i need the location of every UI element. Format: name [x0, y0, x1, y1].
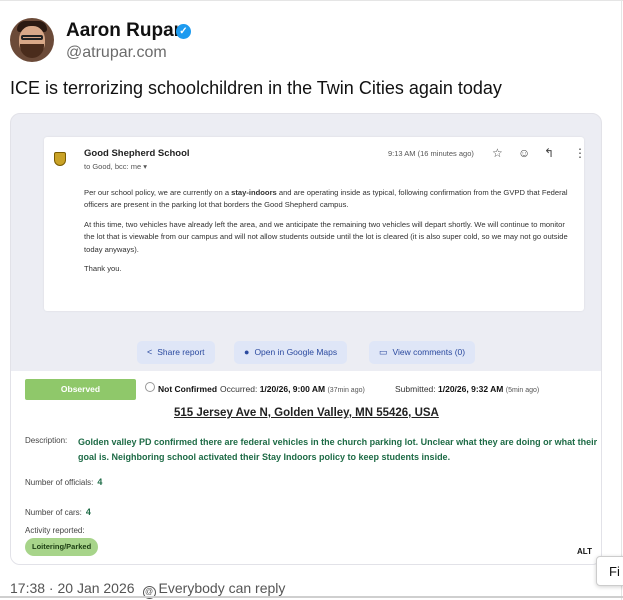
author-name[interactable]: Aaron Rupar — [66, 20, 181, 42]
top-divider — [0, 0, 623, 1]
confirmation-status: Not Confirmed — [158, 384, 217, 394]
author-handle[interactable]: @atrupar.com — [66, 44, 167, 62]
share-report-button: < Share report — [137, 341, 215, 364]
incident-report: Observed Not Confirmed Occurred: 1/20/26… — [11, 371, 601, 564]
cars-label: Number of cars: — [25, 508, 82, 517]
occurred-value: 1/20/26, 9:00 AM — [259, 384, 326, 394]
submitted-label: Submitted: — [395, 384, 436, 394]
officials-field: Number of officials: 4 — [25, 477, 102, 487]
email-paragraph: At this time, two vehicles have already … — [84, 219, 568, 254]
map-pin-icon: ● — [244, 347, 250, 357]
cars-value: 4 — [85, 507, 91, 517]
popup-text: Fi — [609, 564, 620, 579]
officials-value: 4 — [97, 477, 103, 487]
view-comments-button: ▭ View comments (0) — [369, 341, 476, 364]
avatar-glasses — [21, 35, 43, 40]
activity-badge: Loitering/Parked — [25, 538, 99, 556]
star-icon: ☆ — [492, 146, 503, 160]
open-maps-button: ● Open in Google Maps — [234, 341, 348, 364]
email-sender: Good Shepherd School — [84, 148, 190, 159]
bottom-divider — [0, 596, 623, 598]
floating-popup[interactable]: Fi — [596, 556, 623, 586]
email-paragraph: Per our school policy, we are currently … — [84, 187, 570, 212]
open-maps-label: Open in Google Maps — [254, 347, 338, 357]
submitted-time: Submitted: 1/20/26, 9:32 AM (5min ago) — [395, 384, 539, 394]
reply-settings[interactable]: Everybody can reply — [159, 580, 286, 596]
attached-image[interactable]: Good Shepherd School to Good, bcc: me ▾ … — [10, 113, 602, 565]
view-comments-label: View comments (0) — [392, 347, 466, 357]
avatar[interactable] — [10, 18, 54, 62]
school-crest-icon — [54, 152, 66, 166]
submitted-value: 1/20/26, 9:32 AM — [438, 384, 504, 394]
alt-text-button[interactable]: ALT — [577, 547, 592, 556]
post-timestamp[interactable]: 17:38 · 20 Jan 2026 — [10, 580, 135, 596]
email-screenshot: Good Shepherd School to Good, bcc: me ▾ … — [44, 137, 586, 311]
submitted-ago: (5min ago) — [505, 387, 540, 394]
recipients-text: to Good, bcc: me — [84, 162, 142, 171]
email-time: 9:13 AM (16 minutes ago) — [388, 149, 474, 158]
email-bold-text: stay-indoors — [231, 188, 277, 197]
emoji-icon: ☺ — [518, 146, 531, 160]
activity-label: Activity reported: — [25, 526, 85, 535]
email-body: Per our school policy, we are currently … — [84, 187, 570, 282]
description-label: Description: — [25, 436, 68, 445]
post-page: Aaron Rupar ✓ @atrupar.com ICE is terror… — [0, 0, 623, 600]
incident-address: 515 Jersey Ave N, Golden Valley, MN 5542… — [174, 407, 439, 419]
description-text: Golden valley PD confirmed there are fed… — [78, 437, 598, 462]
occurred-label: Occurred: — [220, 384, 258, 394]
post-text: ICE is terrorizing schoolchildren in the… — [10, 78, 502, 98]
comment-icon: ▭ — [379, 347, 388, 357]
officials-label: Number of officials: — [25, 478, 94, 487]
right-divider — [621, 0, 622, 600]
email-paragraph: Thank you. — [84, 264, 122, 274]
confirmation-text: Not Confirmed — [158, 384, 218, 394]
occurred-time: Occurred: 1/20/26, 9:00 AM (37min ago) — [220, 384, 365, 394]
cars-field: Number of cars: 4 — [25, 507, 91, 517]
avatar-beard — [20, 44, 44, 58]
share-report-label: Share report — [157, 347, 205, 357]
share-icon: < — [147, 347, 153, 357]
status-badge: Observed — [25, 379, 136, 400]
caret-down-icon: ▾ — [143, 162, 147, 171]
email-recipients: to Good, bcc: me ▾ — [84, 162, 147, 171]
email-text: Per our school policy, we are currently … — [84, 188, 232, 197]
unconfirmed-icon — [145, 382, 155, 392]
verified-badge-icon: ✓ — [176, 24, 191, 39]
more-vertical-icon: ⋮ — [574, 146, 586, 160]
occurred-ago: (37min ago) — [327, 387, 365, 394]
reply-arrow-icon: ↰ — [544, 146, 555, 160]
